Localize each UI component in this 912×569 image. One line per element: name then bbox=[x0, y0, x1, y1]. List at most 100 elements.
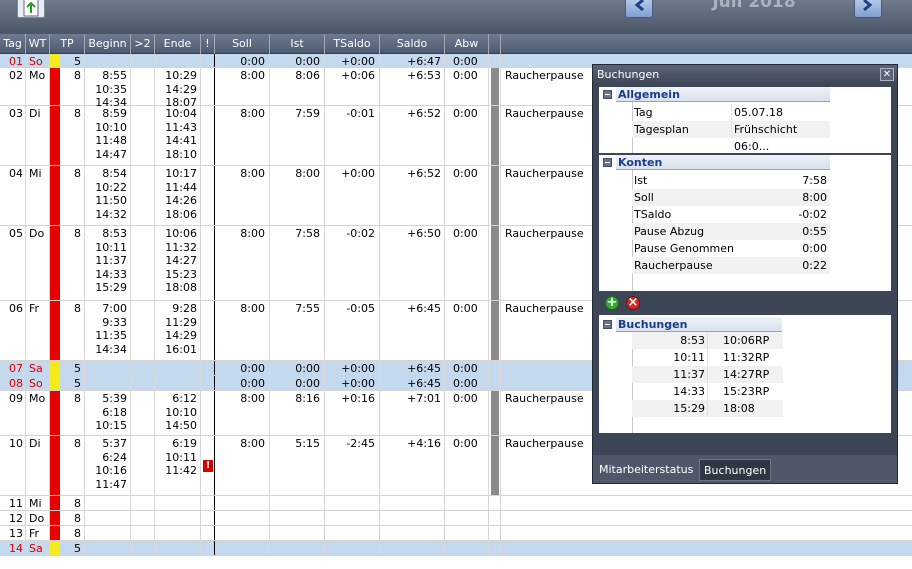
konto-label: Soll bbox=[634, 191, 654, 204]
table-row[interactable]: 13 Fr 8 bbox=[0, 526, 912, 541]
warning-cell bbox=[201, 226, 215, 300]
status-bar bbox=[489, 541, 501, 555]
day-number: 03 bbox=[0, 106, 26, 165]
collapse-icon[interactable] bbox=[603, 158, 612, 167]
abw-value: 0:00 bbox=[445, 68, 489, 105]
document-arrow-icon bbox=[23, 0, 39, 17]
abw-value: 0:00 bbox=[445, 361, 489, 375]
table-row[interactable]: 11 Mi 8 bbox=[0, 496, 912, 511]
section-allgemein-header[interactable]: Allgemein bbox=[599, 87, 889, 102]
end-times: 10:04 11:43 14:41 18:10 bbox=[155, 106, 201, 165]
col-header-soll[interactable]: Soll bbox=[215, 34, 270, 54]
col-header-wt[interactable]: WT bbox=[26, 34, 50, 54]
col-header-ende[interactable]: Ende bbox=[155, 34, 201, 54]
buchung-type: RP bbox=[755, 351, 770, 364]
konto-row[interactable]: Pause Abzug 0:55 bbox=[632, 223, 830, 240]
status-bar-fill bbox=[491, 391, 499, 435]
warning-cell bbox=[201, 106, 215, 165]
buchung-begin: 15:29 bbox=[673, 402, 705, 415]
konto-row[interactable]: Ist 7:58 bbox=[632, 172, 830, 189]
konto-row[interactable]: Raucherpause 0:22 bbox=[632, 257, 830, 274]
day-number: 13 bbox=[0, 526, 26, 540]
weekday: Fr bbox=[26, 301, 50, 360]
tagesplan-number: 8 bbox=[61, 301, 85, 360]
col-header-gt2[interactable]: >2 bbox=[131, 34, 155, 54]
day-number: 06 bbox=[0, 301, 26, 360]
warning-icon[interactable]: ! bbox=[203, 460, 213, 472]
status-bar bbox=[489, 68, 501, 105]
weekday: So bbox=[26, 54, 50, 68]
section-buchungen-title: Buchungen bbox=[616, 317, 782, 332]
status-bar bbox=[489, 376, 501, 390]
warning-cell bbox=[201, 68, 215, 105]
day-number: 08 bbox=[0, 376, 26, 390]
warning-cell bbox=[201, 541, 215, 555]
close-icon[interactable]: ✕ bbox=[880, 68, 894, 81]
end-times bbox=[155, 541, 201, 555]
warning-cell bbox=[201, 496, 215, 510]
prev-month-button[interactable] bbox=[625, 0, 653, 18]
tsaldo-value: +0:06 bbox=[325, 68, 380, 105]
abw-value: 0:00 bbox=[445, 226, 489, 300]
status-bar bbox=[489, 54, 501, 67]
day-number: 02 bbox=[0, 68, 26, 105]
col-header-abw[interactable]: Abw bbox=[445, 34, 489, 54]
saldo-value: +6:53 bbox=[380, 68, 445, 105]
begin-times bbox=[85, 496, 131, 510]
tagesplan-number: 8 bbox=[61, 68, 85, 105]
ist-value: 7:55 bbox=[270, 301, 325, 360]
section-konten-header[interactable]: Konten bbox=[599, 155, 889, 170]
col-header-bar bbox=[489, 34, 501, 54]
begin-times: 5:39 6:18 10:15 bbox=[85, 391, 131, 435]
tsaldo-value bbox=[325, 541, 380, 555]
soll-value bbox=[215, 511, 270, 525]
col-header-tsaldo[interactable]: TSaldo bbox=[325, 34, 380, 54]
buchung-row[interactable]: 14:33 15:23 RP bbox=[632, 383, 783, 400]
end-times: 6:12 10:10 14:50 bbox=[155, 391, 201, 435]
add-icon[interactable] bbox=[605, 295, 619, 310]
buchung-end: 14:27 bbox=[723, 368, 755, 381]
next-month-button[interactable] bbox=[854, 0, 882, 18]
col-header-warning[interactable]: ! bbox=[201, 34, 215, 54]
export-document-button[interactable] bbox=[17, 0, 45, 18]
begin-times: 8:59 10:10 11:48 14:47 bbox=[85, 106, 131, 165]
daytype-color bbox=[50, 68, 60, 105]
status-bar bbox=[489, 106, 501, 165]
gt2-cell bbox=[131, 496, 155, 510]
section-buchungen-header[interactable]: Buchungen bbox=[599, 317, 889, 332]
table-header: Tag WT TP Beginn >2 Ende ! Soll Ist TSal… bbox=[0, 34, 912, 54]
table-row[interactable]: 14 Sa 5 bbox=[0, 541, 912, 556]
delete-icon[interactable] bbox=[626, 295, 640, 310]
konto-row[interactable]: Soll 8:00 bbox=[632, 189, 830, 206]
buchung-row[interactable]: 11:37 14:27 RP bbox=[632, 366, 783, 383]
col-header-ist[interactable]: Ist bbox=[270, 34, 325, 54]
col-header-tag[interactable]: Tag bbox=[0, 34, 26, 54]
table-row[interactable]: 12 Do 8 bbox=[0, 511, 912, 526]
konto-row[interactable]: TSaldo -0:02 bbox=[632, 206, 830, 223]
section-allgemein-title: Allgemein bbox=[616, 87, 830, 102]
buchung-row[interactable]: 10:11 11:32 RP bbox=[632, 349, 783, 366]
konto-label: Raucherpause bbox=[634, 259, 713, 272]
tab-mitarbeiterstatus[interactable]: Mitarbeiterstatus bbox=[595, 459, 697, 481]
col-header-beginn[interactable]: Beginn bbox=[85, 34, 131, 54]
weekday: Do bbox=[26, 226, 50, 300]
buchung-row[interactable]: 15:29 18:08 bbox=[632, 400, 783, 417]
warning-cell bbox=[201, 301, 215, 360]
buchung-row[interactable]: 8:53 10:06 RP bbox=[632, 332, 783, 349]
buchung-end: 18:08 bbox=[723, 402, 755, 415]
col-header-saldo[interactable]: Saldo bbox=[380, 34, 445, 54]
col-header-tp[interactable]: TP bbox=[50, 34, 85, 54]
konto-row[interactable]: Pause Genommen 0:00 bbox=[632, 240, 830, 257]
buchung-end: 10:06 bbox=[723, 334, 755, 347]
collapse-icon[interactable] bbox=[603, 320, 612, 329]
property-value: 05.07.18 bbox=[734, 106, 783, 119]
collapse-icon[interactable] bbox=[603, 90, 612, 99]
property-row-tag[interactable]: Tag 05.07.18 bbox=[632, 104, 830, 121]
abw-value bbox=[445, 496, 489, 510]
begin-times bbox=[85, 511, 131, 525]
property-row-tagesplan[interactable]: Tagesplan Frühschicht 06:0... bbox=[632, 121, 830, 153]
soll-value bbox=[215, 541, 270, 555]
tab-buchungen[interactable]: Buchungen bbox=[699, 459, 772, 481]
tsaldo-value: +0:00 bbox=[325, 54, 380, 68]
soll-value: 8:00 bbox=[215, 106, 270, 165]
